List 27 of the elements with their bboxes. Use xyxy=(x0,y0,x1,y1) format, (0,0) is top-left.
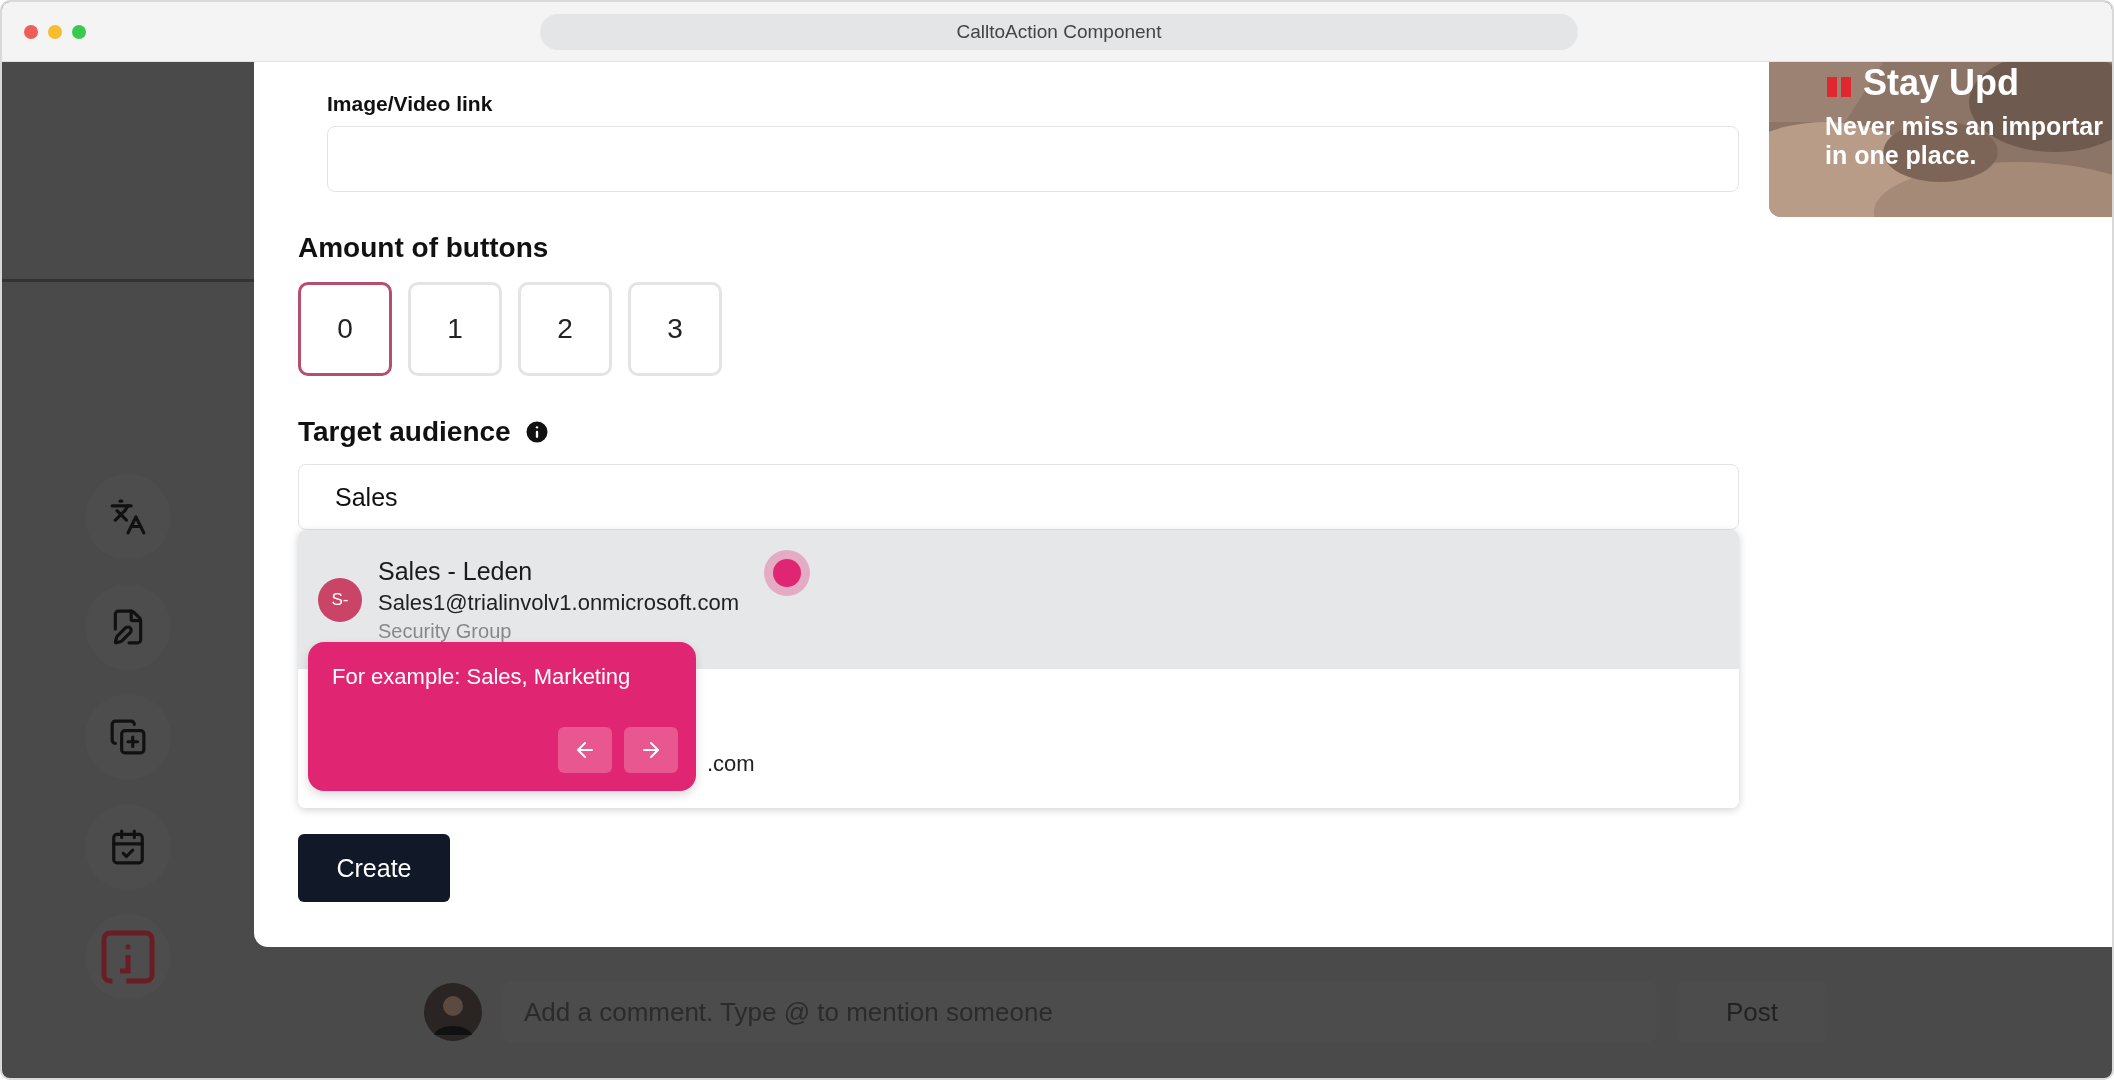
close-window-icon[interactable] xyxy=(24,24,38,39)
group-type: Security Group xyxy=(378,619,513,643)
create-button[interactable]: Create xyxy=(298,834,450,902)
field-label: Image/Video link xyxy=(327,92,494,117)
amount-option[interactable]: 2 xyxy=(518,282,612,376)
link-input-field[interactable] xyxy=(327,126,1739,192)
amount-option[interactable]: 3 xyxy=(628,282,722,376)
group-email: Sales1@trialinvolv1.onmicrosoft.com xyxy=(378,589,740,616)
group-email: .com xyxy=(707,750,755,777)
audience-search-field[interactable]: Sales xyxy=(298,464,1739,530)
window-title: CalltoAction Component xyxy=(540,14,1578,50)
card-text: Never miss an importar xyxy=(1825,112,2104,141)
previous-button[interactable] xyxy=(558,727,612,773)
card-text: in one place. xyxy=(1825,141,1978,170)
amount-option[interactable]: 1 xyxy=(408,282,502,376)
amount-option[interactable]: 0 xyxy=(298,282,392,376)
minimize-window-icon[interactable] xyxy=(48,24,62,39)
tour-beacon[interactable] xyxy=(764,550,810,596)
avatar xyxy=(424,983,482,1041)
group-avatar: S- xyxy=(318,577,362,622)
section-label: Target audience xyxy=(298,416,511,448)
card-title: Stay Upd xyxy=(1863,62,2020,104)
maximize-window-icon[interactable] xyxy=(72,24,86,39)
section-label: Amount of buttons xyxy=(298,232,549,264)
group-name: Sales - Leden xyxy=(378,556,533,586)
next-button[interactable] xyxy=(624,727,678,773)
result-option[interactable]: S- Sales - Leden Sales1@trialinvolv1.onmicrosoft.com Security Group xyxy=(298,530,1739,669)
